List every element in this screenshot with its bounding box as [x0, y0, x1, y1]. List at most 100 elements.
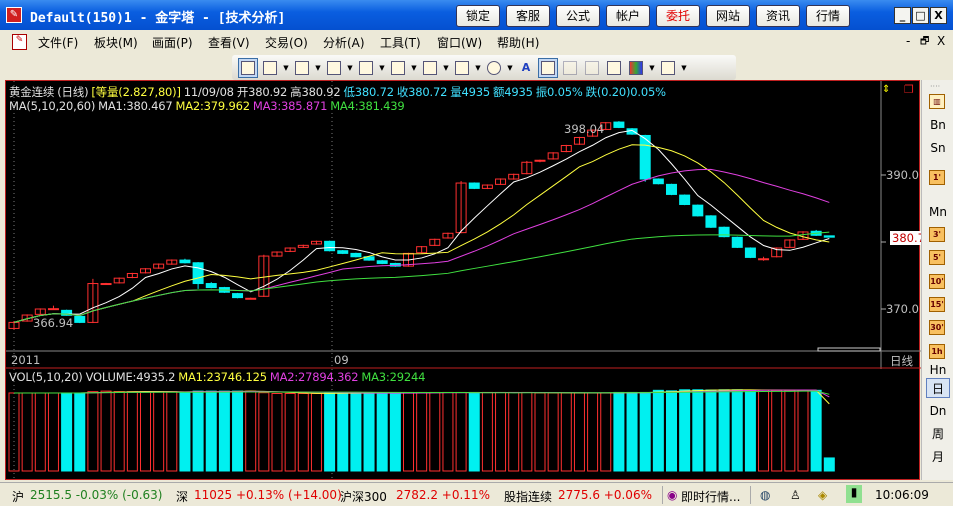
clock: 10:06:09 [875, 488, 929, 502]
candle [74, 315, 86, 323]
pin-icon[interactable]: ⇕ [882, 84, 890, 95]
sz-value[interactable]: 11025 +0.13% (+14.00) [194, 488, 342, 502]
color-grid-icon[interactable] [626, 58, 646, 78]
formula-button[interactable]: 公式 [556, 5, 600, 27]
parallel-lines-icon[interactable] [388, 58, 408, 78]
dropdown-arrow-icon[interactable]: ▼ [282, 64, 290, 72]
menu-window[interactable]: 窗口(W) [437, 34, 482, 51]
lock-button[interactable]: 锁定 [456, 5, 500, 27]
text-icon[interactable]: A [516, 58, 536, 78]
period-12[interactable]: Dn [926, 401, 950, 421]
candle [179, 259, 191, 264]
menu-tools[interactable]: 工具(T) [380, 34, 421, 51]
lock-icon[interactable] [604, 58, 624, 78]
menu-sector[interactable]: 板块(M) [94, 34, 138, 51]
menu-trade[interactable]: 交易(O) [265, 34, 308, 51]
volume-bar [21, 392, 33, 472]
line-tool-icon[interactable] [260, 58, 280, 78]
chart-canvas[interactable] [6, 81, 921, 481]
dropdown-arrow-icon[interactable]: ▼ [506, 64, 514, 72]
account-button[interactable]: 帐户 [606, 5, 650, 27]
dropdown-arrow-icon[interactable]: ▼ [474, 64, 482, 72]
copy-icon[interactable] [538, 57, 558, 78]
volume-bar [232, 390, 244, 472]
period-8[interactable]: 30' [929, 320, 945, 335]
period-6[interactable]: 10' [929, 274, 945, 289]
maximize-button[interactable]: □ [912, 7, 929, 24]
close: 收380.72 [396, 85, 448, 99]
connection-icon[interactable]: ◈ [818, 488, 827, 502]
fan-icon[interactable] [356, 58, 376, 78]
restore-pane-icon[interactable]: ❐ [904, 83, 914, 96]
period-2[interactable]: 1' [929, 170, 945, 185]
candle [613, 121, 625, 128]
chart-type-icon[interactable]: ▥ [929, 94, 945, 109]
volume-bar [573, 392, 585, 472]
period-3[interactable]: Mn [926, 202, 950, 222]
period-13[interactable]: 周 [926, 424, 950, 444]
select-draw-icon[interactable] [238, 57, 258, 78]
hs300-value[interactable]: 2782.2 +0.11% [396, 488, 490, 502]
candle [744, 247, 756, 258]
low: 低380.72 [343, 85, 395, 99]
menu-analysis[interactable]: 分析(A) [323, 34, 365, 51]
dropdown-arrow-icon[interactable]: ▼ [314, 64, 322, 72]
minimize-button[interactable]: _ [894, 7, 911, 24]
volume-bar [389, 392, 401, 472]
dropdown-arrow-icon[interactable]: ▼ [378, 64, 386, 72]
chart-area[interactable]: 黄金连续 (日线) [等量(2.827,80)] 11/09/08 开380.92 高38… [5, 80, 927, 481]
index-value[interactable]: 2775.6 +0.06% [558, 488, 652, 502]
period-0[interactable]: Bn [926, 115, 950, 135]
period-1[interactable]: Sn [926, 138, 950, 158]
date-label: 2011 [11, 353, 41, 367]
volume-bar [416, 391, 428, 472]
period-10[interactable]: Hn [926, 360, 950, 380]
dropdown-arrow-icon[interactable]: ▼ [680, 64, 688, 72]
close-button[interactable]: X [930, 7, 947, 24]
rectangle-icon[interactable] [452, 58, 472, 78]
menu-help[interactable]: 帮助(H) [497, 34, 539, 51]
dropdown-arrow-icon[interactable]: ▼ [410, 64, 418, 72]
period-14[interactable]: 月 [926, 447, 950, 467]
service-button[interactable]: 客服 [506, 5, 550, 27]
vol-ma3: MA3:29244 [361, 370, 426, 384]
battery-icon[interactable]: ▮ [846, 485, 862, 503]
menu-screen[interactable]: 画面(P) [152, 34, 193, 51]
period-4[interactable]: 3' [929, 227, 945, 242]
ma4-value: MA4:381.439 [330, 99, 405, 113]
globe-icon[interactable]: ◍ [760, 488, 770, 502]
volume-bar [626, 391, 638, 472]
text-list-icon[interactable] [292, 58, 312, 78]
quotes-button[interactable]: 行情 [806, 5, 850, 27]
mdi-restore[interactable]: 🗗 [920, 34, 929, 51]
dropdown-arrow-icon[interactable]: ▼ [346, 64, 354, 72]
period-5[interactable]: 5' [929, 250, 945, 265]
volume-bar [797, 389, 809, 472]
period-9[interactable]: 1h [929, 344, 945, 359]
settings-icon[interactable] [658, 58, 678, 78]
menu-view[interactable]: 查看(V) [208, 34, 250, 51]
order-button[interactable]: 委托 [656, 5, 700, 27]
vertical-lines-icon[interactable] [324, 58, 344, 78]
volume-bar [113, 391, 125, 472]
ellipse-icon[interactable] [484, 58, 504, 78]
news-button[interactable]: 资讯 [756, 5, 800, 27]
volume-bar [140, 391, 151, 472]
bell-icon[interactable]: ♙ [790, 488, 801, 502]
volume-bar [731, 389, 743, 472]
period-11[interactable]: 日 [926, 378, 950, 398]
drawing-toolbar: ▼ ▼ ▼ ▼ ▼ ▼ ▼ ▼ A ▼ ▼ [232, 55, 736, 80]
sh-value[interactable]: 2515.5 -0.03% (-0.63) [30, 488, 162, 502]
menu-file[interactable]: 文件(F) [38, 34, 78, 51]
realtime-quote[interactable]: 即时行情... [681, 488, 740, 505]
dropdown-arrow-icon[interactable]: ▼ [648, 64, 656, 72]
period-7[interactable]: 15' [929, 297, 945, 312]
hatch-icon[interactable] [420, 58, 440, 78]
candle [823, 235, 835, 238]
dropdown-arrow-icon[interactable]: ▼ [442, 64, 450, 72]
date-label: 09 [334, 353, 349, 367]
mdi-minimize[interactable]: - [906, 34, 910, 48]
website-button[interactable]: 网站 [706, 5, 750, 27]
date: 11/09/08 [183, 85, 234, 99]
mdi-close[interactable]: X [937, 34, 945, 48]
